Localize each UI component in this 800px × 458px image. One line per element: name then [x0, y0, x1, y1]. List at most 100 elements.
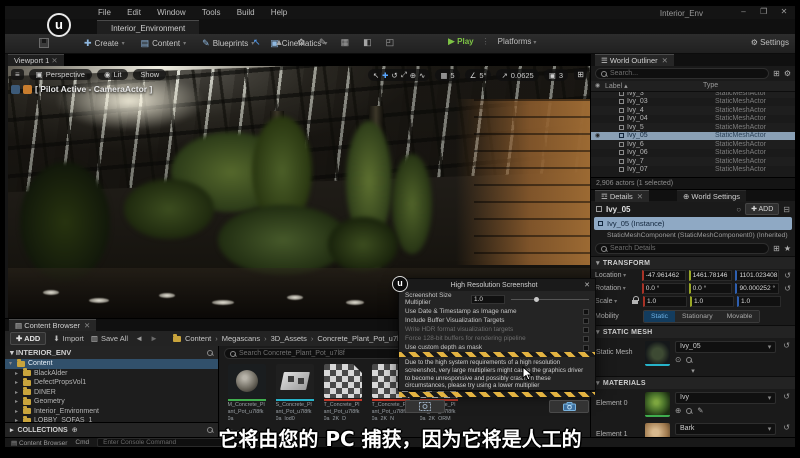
tree-root-label[interactable]: ▾ INTERIOR_ENV: [10, 348, 71, 357]
table-row[interactable]: Ivy_6StaticMeshActor: [591, 140, 795, 149]
dialog-titlebar[interactable]: u High Resolution Screenshot ✕: [399, 279, 595, 291]
specify-region-button[interactable]: [405, 400, 445, 413]
breadcrumb-megascans[interactable]: Megascans: [222, 334, 260, 343]
new-folder-icon[interactable]: ⊞: [773, 69, 780, 78]
table-row[interactable]: Ivy_7StaticMeshActor: [591, 157, 795, 166]
platforms-button[interactable]: Platforms: [498, 37, 537, 46]
close-icon[interactable]: ✕: [584, 281, 590, 289]
table-row[interactable]: Ivy_06StaticMeshActor: [591, 149, 795, 158]
mobility-stationary[interactable]: Stationary: [675, 311, 720, 322]
section-static-mesh[interactable]: ▾STATIC MESH: [591, 325, 795, 338]
tab-world-settings[interactable]: ⊕ World Settings: [677, 190, 746, 202]
camera-speed-control[interactable]: ↗0.0625: [496, 69, 538, 81]
scale-x-field[interactable]: 1.0: [643, 296, 687, 307]
browse-icon[interactable]: [686, 357, 692, 363]
landscape-mode-icon[interactable]: ▲: [275, 37, 284, 48]
lock-icon[interactable]: [632, 299, 639, 305]
camera-count[interactable]: ▣3: [544, 69, 568, 81]
angle-snap-control[interactable]: ∠5°: [465, 69, 492, 81]
sidebar-item-diner[interactable]: ▸DINER: [5, 388, 218, 398]
lit-button[interactable]: ◉Lit: [97, 69, 128, 80]
details-search-input[interactable]: Search Details: [595, 243, 769, 254]
import-button[interactable]: ⬇Import: [53, 334, 84, 343]
advanced-expander[interactable]: ▾: [591, 369, 795, 376]
tab-details[interactable]: ☲ Details✕: [595, 190, 649, 202]
table-row[interactable]: Ivy_03StaticMeshActor: [591, 98, 795, 107]
perspective-button[interactable]: ▣Perspective: [29, 69, 92, 80]
sidebar-item-geometry[interactable]: ▸Geometry: [5, 397, 218, 407]
back-icon[interactable]: ◄: [135, 334, 143, 343]
mobility-movable[interactable]: Movable: [720, 311, 760, 322]
search-icon[interactable]: [207, 350, 213, 356]
location-x-field[interactable]: -47.961462: [642, 270, 686, 281]
rotation-x-field[interactable]: 0.0 °: [642, 283, 686, 294]
buffer-targets-checkbox[interactable]: [583, 318, 589, 324]
tab-viewport[interactable]: Viewport 1 ✕: [8, 54, 64, 66]
static-mesh-dropdown[interactable]: Ivy_05▾: [675, 341, 776, 353]
animation-mode-icon[interactable]: ◰: [386, 37, 395, 48]
menu-tools[interactable]: Tools: [195, 6, 228, 19]
save-all-button[interactable]: ▥Save All: [91, 334, 128, 343]
section-materials[interactable]: ▾MATERIALS: [591, 376, 795, 389]
slider-handle[interactable]: [534, 297, 539, 302]
camera-pilot-icon[interactable]: [23, 85, 32, 94]
outliner-search-input[interactable]: Search...: [595, 68, 769, 79]
asset-tile-mesh[interactable]: S_Concrete_Plant_Pot_u7l8fk0a_lod0: [273, 364, 316, 420]
asset-tile-material[interactable]: M_Concrete_Plant_Pot_u7l8fk0a: [225, 364, 268, 420]
use-selected-icon[interactable]: ⊕: [675, 406, 681, 415]
reset-icon[interactable]: ↺: [784, 271, 791, 280]
table-row-selected[interactable]: ◉Ivy_05StaticMeshActor: [591, 132, 795, 141]
sidebar-item-blackalder[interactable]: ▸BlackAlder: [5, 369, 218, 379]
browse-icon[interactable]: [686, 408, 692, 414]
info-icon[interactable]: ○: [736, 205, 741, 214]
section-transform[interactable]: ▾TRANSFORM: [591, 256, 795, 269]
breadcrumb-content[interactable]: Content: [185, 334, 211, 343]
select-mode-icon[interactable]: ↖: [253, 37, 261, 48]
custom-depth-checkbox[interactable]: [583, 345, 589, 351]
capture-button[interactable]: [549, 400, 589, 413]
maximize-button[interactable]: ❐: [755, 7, 773, 16]
static-mesh-thumbnail[interactable]: [645, 341, 670, 366]
scale-y-field[interactable]: 1.0: [690, 296, 734, 307]
eject-pilot-icon[interactable]: [11, 85, 20, 94]
maximize-viewport-icon[interactable]: ⊞: [574, 69, 587, 80]
move-tool-icon[interactable]: ✚: [382, 71, 388, 80]
save-icon[interactable]: [39, 38, 49, 48]
scale-label[interactable]: Scale: [595, 298, 629, 305]
play-button[interactable]: ▶ Play: [448, 36, 474, 47]
multiplier-field[interactable]: 1.0: [471, 295, 505, 304]
rotation-y-field[interactable]: 0.0 °: [689, 283, 733, 294]
menu-window[interactable]: Window: [150, 6, 192, 19]
reset-icon[interactable]: ↺: [784, 284, 791, 293]
eye-icon[interactable]: ◉: [595, 132, 605, 139]
reset-icon[interactable]: ↺: [783, 392, 790, 401]
material-ivy-thumbnail[interactable]: [645, 392, 670, 417]
add-component-button[interactable]: ✚ ADD: [745, 203, 779, 215]
favorites-icon[interactable]: ★: [784, 244, 791, 253]
column-label[interactable]: Label ▴: [605, 82, 703, 90]
multiplier-slider[interactable]: [511, 299, 589, 300]
staticmesh-component-row[interactable]: StaticMeshComponent (StaticMeshComponent…: [591, 230, 795, 241]
surface-snap-icon[interactable]: ∿: [419, 71, 425, 80]
world-space-icon[interactable]: ⊕: [410, 71, 416, 80]
location-label[interactable]: Location: [595, 272, 639, 279]
close-button[interactable]: ✕: [775, 7, 793, 16]
display-filter-icon[interactable]: ⊞: [773, 244, 780, 253]
menu-build[interactable]: Build: [230, 6, 262, 19]
blueprint-convert-icon[interactable]: ⊟: [783, 205, 790, 214]
tab-world-outliner[interactable]: ☰ World Outliner✕: [595, 54, 674, 66]
table-row[interactable]: Ivy_04StaticMeshActor: [591, 115, 795, 124]
location-y-field[interactable]: 1461.78146: [689, 270, 733, 281]
asset-tile-texture[interactable]: T_Concrete_Plant_Pot_u7l8fk0a_2K_D: [321, 364, 364, 420]
fracture-mode-icon[interactable]: ▦: [341, 37, 350, 48]
edit-material-icon[interactable]: ✎: [697, 406, 703, 415]
foliage-mode-icon[interactable]: ✿: [297, 37, 305, 48]
table-row[interactable]: Ivy_4StaticMeshActor: [591, 106, 795, 115]
sidebar-item-interior-environment[interactable]: ▸Interior_Environment: [5, 407, 218, 417]
blueprints-button[interactable]: ✎Blueprints: [197, 36, 259, 51]
minimize-button[interactable]: –: [735, 7, 753, 16]
menu-edit[interactable]: Edit: [120, 6, 148, 19]
sidebar-item-defectprops[interactable]: ▸DefectPropsVol1: [5, 378, 218, 388]
menu-help[interactable]: Help: [264, 6, 294, 19]
reset-icon[interactable]: ↺: [783, 341, 790, 350]
